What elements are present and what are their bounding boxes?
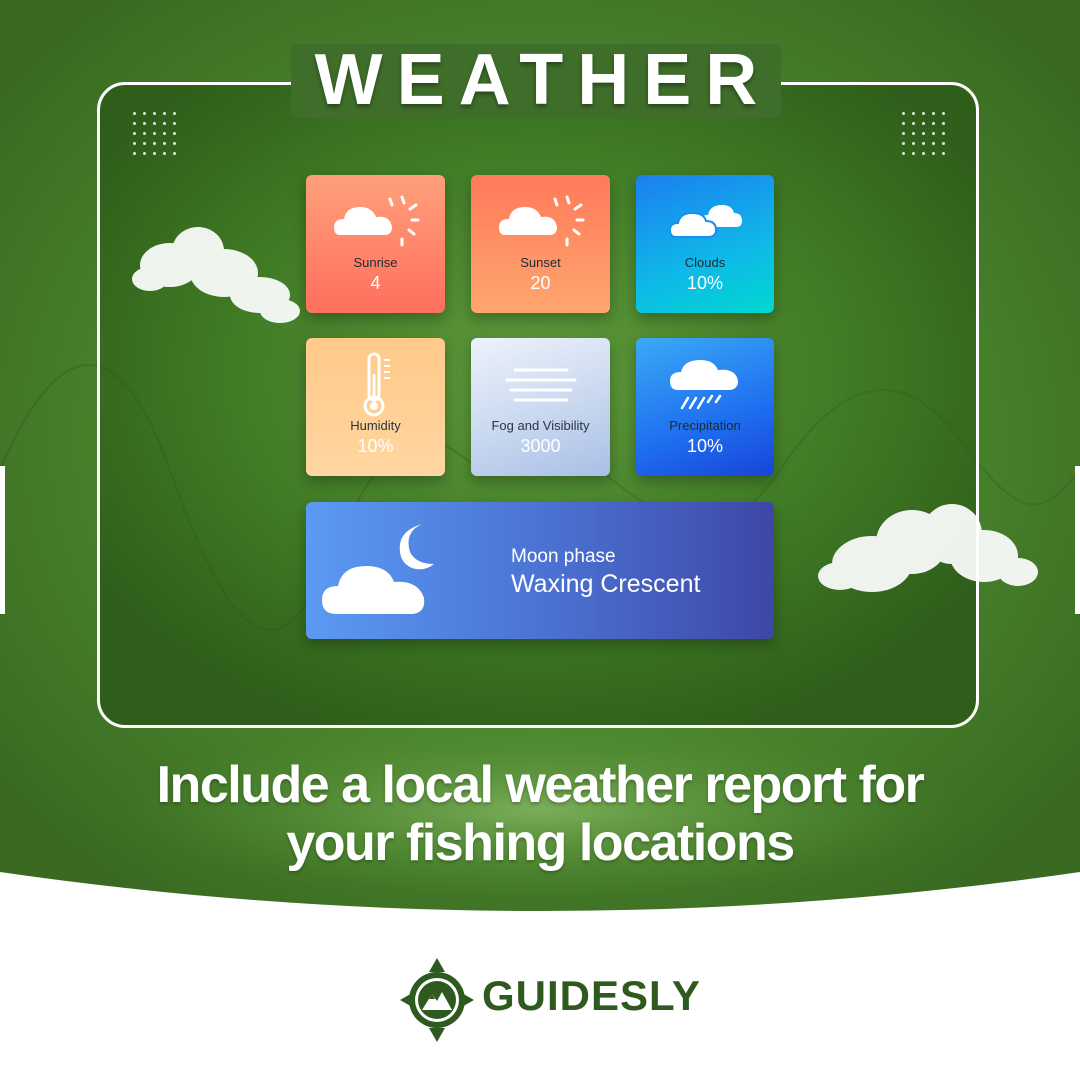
weather-tile-humidity[interactable]: Humidity 10% (306, 338, 445, 476)
moon-phase-value: Waxing Crescent (511, 570, 701, 598)
cloud-decoration-left (132, 227, 300, 323)
headline: Include a local weather report for your … (0, 756, 1080, 872)
weather-tile-sunset[interactable]: Sunset 20 (471, 175, 610, 313)
brand-name: GUIDESLY (482, 972, 701, 1019)
brand-logo[interactable]: GUIDESLY (398, 956, 700, 1044)
tile-label: Sunset (520, 255, 561, 270)
tile-value: 10% (686, 436, 724, 456)
tile-value: 20 (530, 273, 551, 293)
tile-label: Clouds (684, 255, 726, 270)
clouds-icon (668, 205, 742, 238)
weather-tile-sunrise[interactable]: Sunrise 4 (306, 175, 445, 313)
tile-label: Fog and Visibility (491, 418, 590, 433)
page-title: WEATHER (314, 40, 772, 120)
tile-label: Humidity (350, 418, 401, 433)
thermometer-icon (363, 352, 390, 417)
weather-tile-precipitation[interactable]: Precipitation 10% (636, 338, 774, 476)
cloud-sun-icon (499, 195, 585, 247)
dot-grid-right (902, 112, 948, 158)
tile-label: Sunrise (353, 255, 398, 270)
weather-tile-fog[interactable]: Fog and Visibility 3000 (471, 338, 610, 476)
cloud-moon-icon (322, 524, 434, 614)
tile-value: 10% (357, 436, 394, 456)
compass-mountain-icon (400, 958, 474, 1042)
cloud-decoration-right (818, 504, 1038, 592)
cloud-sun-icon (334, 195, 420, 247)
headline-line-2: your fishing locations (286, 814, 795, 872)
moon-phase-label: Moon phase (511, 546, 616, 567)
fog-icon (505, 368, 577, 402)
tile-label: Precipitation (669, 418, 741, 433)
tile-value: 10% (686, 273, 724, 293)
rain-cloud-icon (670, 360, 738, 410)
headline-line-1: Include a local weather report for (156, 756, 925, 814)
moon-phase-card[interactable]: Moon phase Waxing Crescent (306, 502, 774, 639)
edge-marker-left (0, 466, 5, 614)
dot-grid-left (133, 112, 179, 158)
edge-marker-right (1075, 466, 1080, 614)
tile-value: 4 (370, 273, 381, 293)
tile-value: 3000 (520, 436, 561, 456)
weather-tile-clouds[interactable]: Clouds 10% (636, 175, 774, 313)
